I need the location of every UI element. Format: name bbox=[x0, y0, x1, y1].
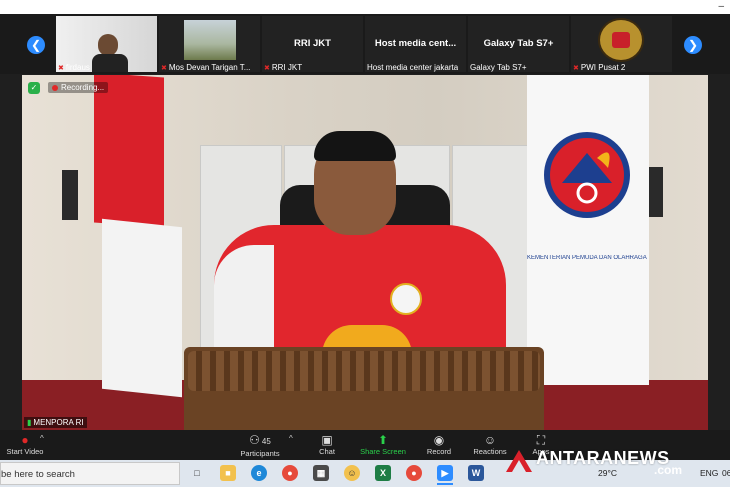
antaranews-watermark: ANTARANEWS .com bbox=[500, 448, 730, 478]
wall-speaker bbox=[647, 167, 663, 217]
minimize-button[interactable]: – bbox=[718, 1, 724, 12]
participant-title: Galaxy Tab S7+ bbox=[483, 38, 554, 49]
participant-label: ✖ firdaus bbox=[58, 63, 90, 72]
video-options-caret[interactable]: ^ bbox=[40, 434, 44, 443]
participant-thumb-firdaus[interactable]: ✖ firdaus bbox=[56, 16, 157, 72]
participant-label: ✖ Mos Devan Tarigan T... bbox=[161, 63, 251, 72]
security-shield-icon[interactable]: ✓ bbox=[28, 82, 40, 94]
participant-thumb-host-media[interactable]: Host media cent... Host media center jak… bbox=[365, 16, 466, 72]
mic-muted-icon: ✖ bbox=[161, 65, 167, 72]
chat-button[interactable]: ▣ Chat bbox=[312, 433, 342, 456]
excel-icon[interactable]: X bbox=[375, 465, 391, 481]
chrome-browser-icon[interactable]: ● bbox=[282, 465, 298, 481]
participant-label: ✖ PWI Pusat 2 bbox=[573, 63, 626, 72]
participants-icon: ⚇ bbox=[249, 433, 260, 447]
participant-label: Host media center jakarta bbox=[367, 63, 459, 72]
participant-count: 45 bbox=[261, 437, 271, 446]
person-avatar bbox=[98, 34, 118, 56]
video-feed bbox=[184, 20, 236, 60]
banner-caption: KEMENTERIAN PEMUDA DAN OLAHRAGA REPUBLIK… bbox=[527, 255, 647, 261]
antaranews-logo-icon bbox=[506, 450, 532, 472]
mic-muted-icon: ✖ bbox=[573, 65, 579, 72]
participant-label: Galaxy Tab S7+ bbox=[470, 63, 527, 72]
wall-speaker bbox=[62, 170, 78, 220]
indonesia-flag-white bbox=[102, 218, 182, 398]
participant-thumb-mos-devan[interactable]: ✖ Mos Devan Tarigan T... bbox=[159, 16, 260, 72]
participants-options-caret[interactable]: ^ bbox=[289, 434, 293, 443]
record-button[interactable]: ◉ Record bbox=[422, 433, 456, 456]
recording-dot-icon bbox=[52, 84, 58, 91]
participant-title: RRI JKT bbox=[294, 38, 331, 49]
record-icon: ◉ bbox=[433, 433, 445, 447]
chat-icon: ▣ bbox=[321, 433, 333, 447]
main-speaker-video: KEMENTERIAN PEMUDA DAN OLAHRAGA REPUBLIK… bbox=[22, 75, 708, 430]
audio-level-icon: ▮ bbox=[27, 418, 32, 427]
participant-label: ✖ RRI JKT bbox=[264, 63, 303, 72]
edge-browser-icon[interactable]: e bbox=[251, 465, 267, 481]
watermark-text: ANTARANEWS bbox=[536, 448, 670, 468]
participants-button[interactable]: ⚇ 45 Participants bbox=[238, 433, 282, 458]
person-shirt bbox=[92, 54, 128, 72]
zoom-app-icon[interactable]: ▶ bbox=[437, 465, 453, 485]
word-icon[interactable]: W bbox=[468, 465, 484, 481]
next-page-button[interactable]: ❯ bbox=[684, 36, 702, 54]
ministry-emblem-icon bbox=[544, 132, 630, 218]
watermark-suffix: .com bbox=[654, 463, 683, 477]
file-explorer-icon[interactable]: ■ bbox=[220, 465, 236, 481]
participant-thumb-rri-jkt[interactable]: RRI JKT ✖ RRI JKT bbox=[262, 16, 363, 72]
podium-carving bbox=[188, 351, 540, 391]
chrome-secondary-icon[interactable]: ● bbox=[406, 465, 422, 481]
taskbar-search-box[interactable]: be here to search bbox=[0, 462, 180, 485]
pwi-logo-icon bbox=[598, 18, 644, 62]
share-screen-icon: ⬆ bbox=[377, 433, 389, 447]
reactions-icon: ☺ bbox=[483, 433, 497, 447]
recording-indicator[interactable]: Recording... bbox=[48, 82, 109, 93]
mic-muted-icon: ✖ bbox=[58, 65, 64, 72]
store-icon[interactable]: ▦ bbox=[313, 465, 329, 481]
active-speaker-label: ▮ MENPORA RI bbox=[24, 417, 87, 428]
participant-strip: ❮ ✖ firdaus ✖ Mos Devan Tarigan T... RRI J… bbox=[0, 14, 730, 74]
window-titlebar: – bbox=[0, 0, 730, 14]
minion-app-icon[interactable]: ☺ bbox=[344, 465, 360, 481]
task-view-icon[interactable]: □ bbox=[189, 465, 205, 481]
participant-thumb-pwi-pusat[interactable]: ✖ PWI Pusat 2 bbox=[571, 16, 672, 72]
chevron-right-icon: ❯ bbox=[687, 38, 699, 52]
participant-title: Host media cent... bbox=[374, 38, 457, 49]
indonesia-flag-red bbox=[94, 75, 164, 228]
share-screen-button[interactable]: ⬆ Share Screen bbox=[358, 433, 408, 456]
prev-page-button[interactable]: ❮ bbox=[27, 36, 45, 54]
chevron-left-icon: ❮ bbox=[30, 38, 42, 52]
jacket-badge bbox=[390, 283, 422, 315]
mic-muted-icon: ✖ bbox=[264, 65, 270, 72]
participant-thumb-galaxy-tab[interactable]: Galaxy Tab S7+ Galaxy Tab S7+ bbox=[468, 16, 569, 72]
speaker-hair bbox=[314, 131, 396, 161]
apps-icon: ⛶ bbox=[536, 433, 546, 447]
